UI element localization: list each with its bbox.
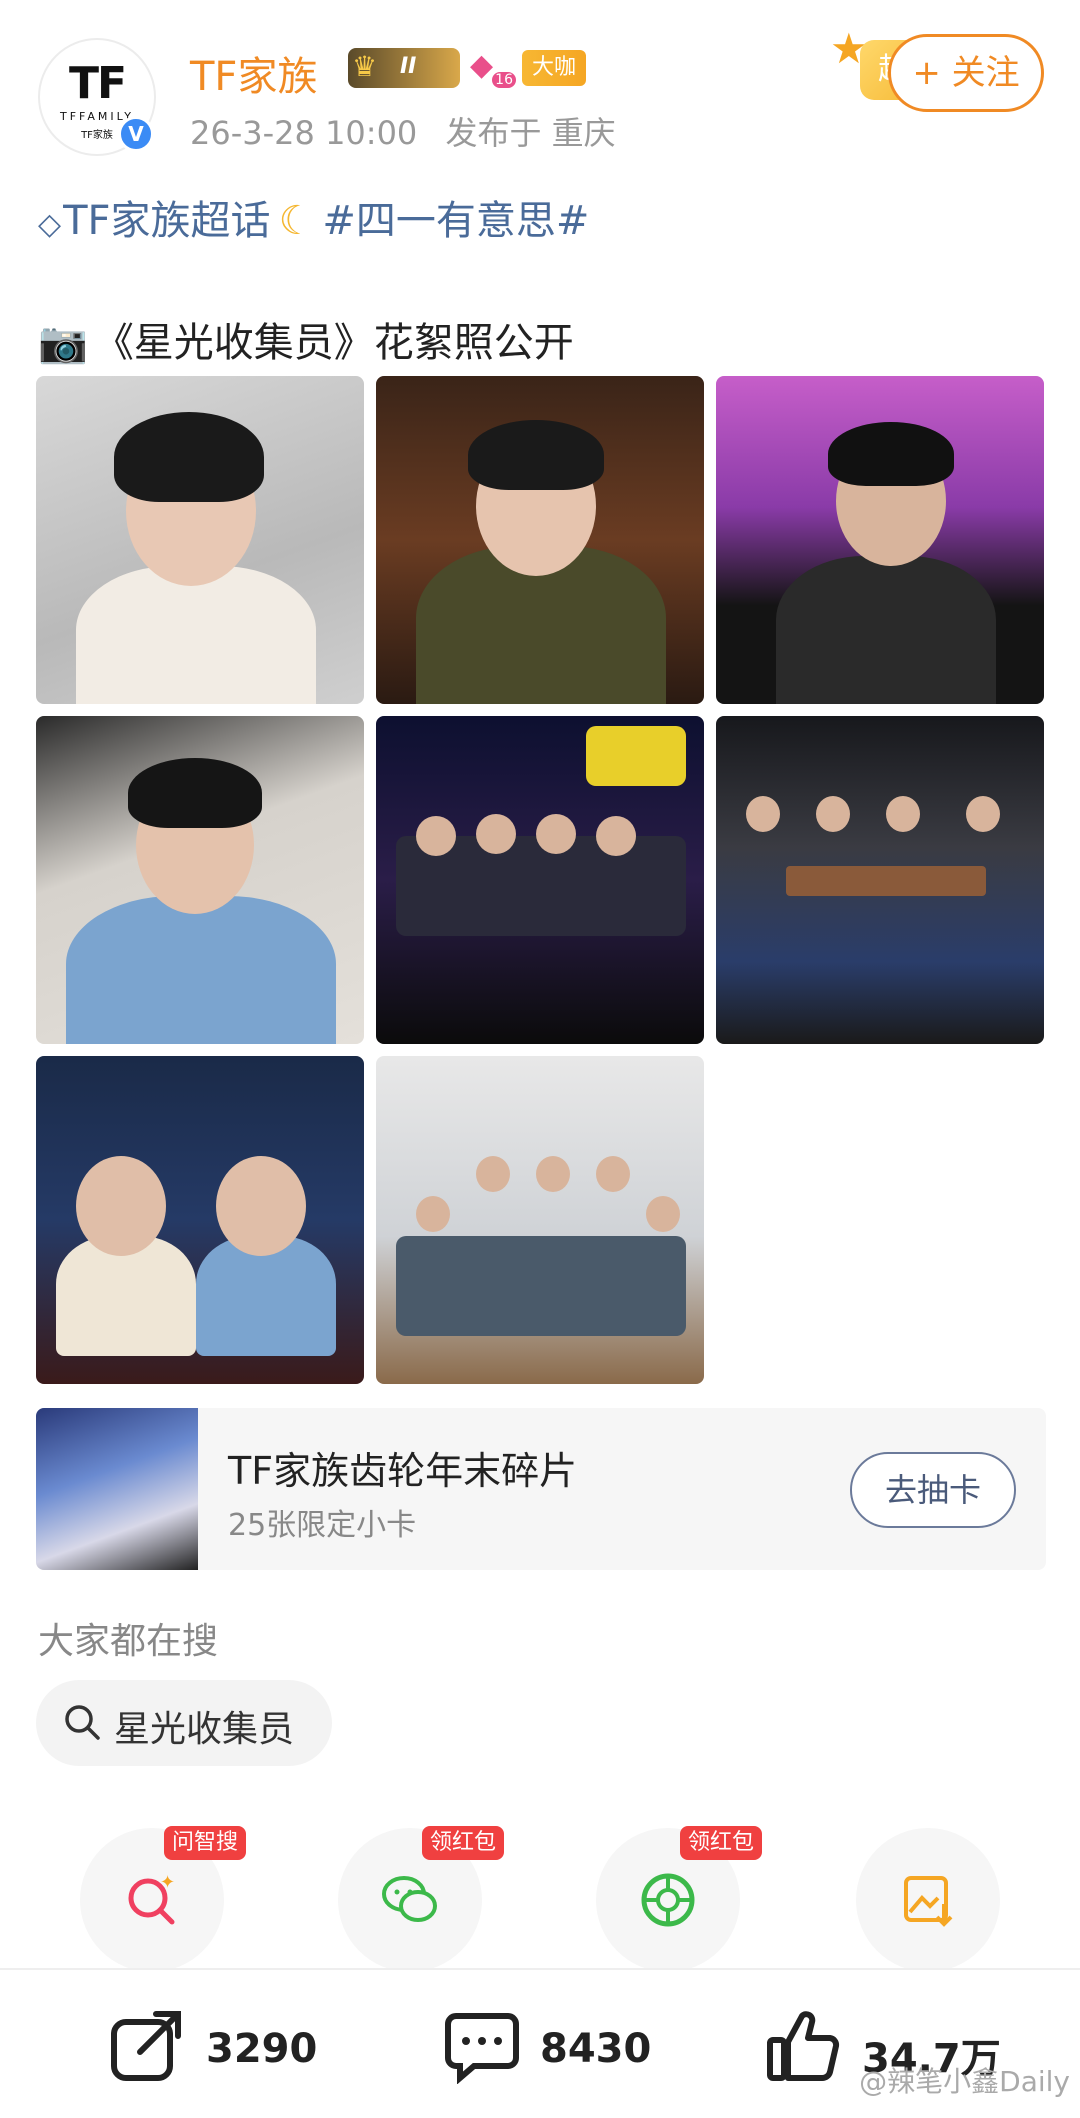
photo-2[interactable]: [376, 376, 704, 704]
hashtag-link[interactable]: #四一有意思#: [322, 198, 589, 244]
topic-line: ◇TF家族超话 ☾ #四一有意思#: [38, 188, 589, 246]
moments-share-button[interactable]: 领红包: [596, 1826, 763, 1972]
topic-link[interactable]: TF家族超话: [63, 198, 270, 244]
gem-badge[interactable]: ◆ 16: [470, 48, 516, 88]
ai-search-button[interactable]: 问智搜 ✦: [80, 1826, 247, 1972]
photo-1[interactable]: [36, 376, 364, 704]
vip-badge[interactable]: 大咖: [522, 50, 586, 86]
draw-card-button[interactable]: 去抽卡: [850, 1452, 1016, 1528]
wechat-share-button[interactable]: 领红包: [338, 1826, 505, 1972]
search-icon: [65, 1705, 100, 1740]
diamond-icon: ◆: [470, 48, 494, 83]
action-tag: 领红包: [422, 1826, 505, 1860]
username[interactable]: TF家族: [190, 44, 317, 102]
card-thumbnail: [36, 1408, 198, 1570]
card-title: TF家族齿轮年末碎片: [228, 1449, 578, 1493]
action-tag: 领红包: [680, 1826, 763, 1860]
level-badge[interactable]: ♛ II: [348, 48, 460, 88]
share-button[interactable]: 3290: [110, 2008, 317, 2088]
save-image-button[interactable]: [856, 1828, 1000, 1972]
diamond-icon: ◇: [38, 207, 62, 242]
camera-icon: 📷: [38, 320, 88, 366]
photo-4[interactable]: [36, 716, 364, 1044]
lottery-card[interactable]: TF家族齿轮年末碎片 25张限定小卡 去抽卡: [36, 1408, 1046, 1570]
post-meta: 26-3-28 10:00 发布于 重庆: [190, 108, 616, 154]
share-icon: [111, 2011, 181, 2081]
follow-button[interactable]: + 关注: [888, 34, 1044, 112]
crown-icon: ♛: [352, 50, 378, 83]
verified-icon: V: [118, 116, 154, 152]
ai-search-icon: ✦: [128, 1872, 175, 1925]
comment-icon: [445, 2013, 519, 2085]
photo-7[interactable]: [36, 1056, 364, 1384]
wechat-icon: [382, 1876, 437, 1922]
thumbs-up-icon: [767, 2011, 840, 2081]
moments-icon: [641, 1873, 695, 1927]
post-caption: 📷 《星光收集员》花絮照公开: [38, 320, 574, 366]
photo-8[interactable]: [376, 1056, 704, 1384]
avatar-logo: TF: [68, 58, 127, 109]
photo-5[interactable]: [376, 716, 704, 1044]
post-location: 发布于 重庆: [445, 114, 616, 152]
search-suggest-title: 大家都在搜: [38, 1621, 219, 1662]
photo-6[interactable]: [716, 716, 1044, 1044]
moon-icon: ☾: [278, 198, 315, 244]
comment-button[interactable]: 8430: [444, 2008, 651, 2088]
card-subtitle: 25张限定小卡: [228, 1508, 417, 1543]
post-time: 26-3-28 10:00: [190, 114, 418, 152]
bottom-action-bar: 3290 8430 34.7万 @辣笔小鑫Daily: [0, 1968, 1080, 2118]
watermark: @辣笔小鑫Daily: [859, 2065, 1070, 2098]
action-tag: 问智搜: [164, 1826, 247, 1860]
save-image-icon: [904, 1876, 953, 1927]
search-suggestion-chip[interactable]: 星光收集员: [36, 1680, 332, 1766]
photo-3[interactable]: [716, 376, 1044, 704]
svg-text:✦: ✦: [160, 1872, 175, 1893]
